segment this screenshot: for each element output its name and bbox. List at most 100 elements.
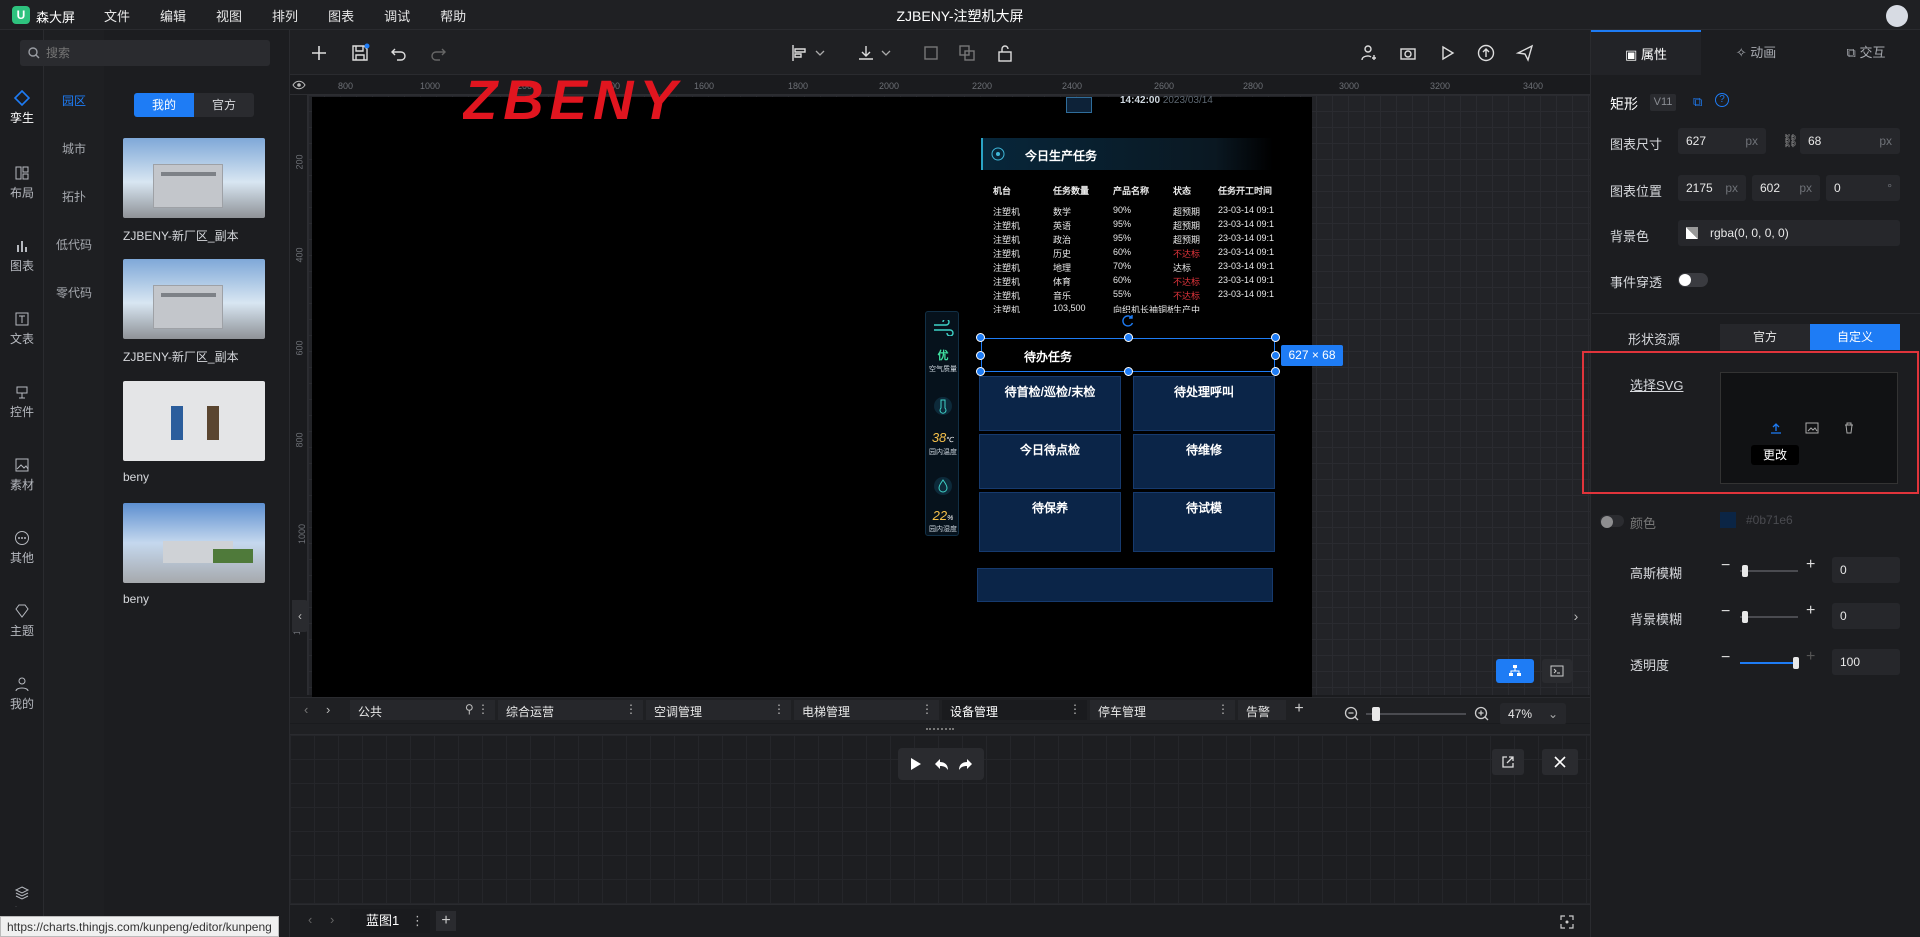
subnav-topology[interactable]: 拓扑: [44, 188, 104, 205]
plus-icon[interactable]: +: [1806, 602, 1815, 620]
image-icon[interactable]: [1805, 422, 1819, 434]
tab-equipment[interactable]: 设备管理 ⋮: [942, 700, 1087, 720]
tab-prev-icon[interactable]: ‹: [308, 912, 312, 927]
rail-chart[interactable]: 图表: [0, 238, 44, 274]
play-icon[interactable]: [908, 757, 922, 771]
zoom-select[interactable]: 47% ⌄: [1500, 703, 1566, 725]
thumbnail-scene-1[interactable]: [123, 138, 265, 218]
tab-mine[interactable]: 我的: [134, 93, 194, 117]
subnav-lowcode[interactable]: 低代码: [44, 236, 104, 253]
minus-icon[interactable]: −: [1721, 603, 1730, 621]
height-input[interactable]: 68 px: [1800, 128, 1900, 154]
redo-icon[interactable]: [428, 43, 448, 63]
svg-preview[interactable]: 更改: [1720, 372, 1898, 484]
search-box[interactable]: [20, 40, 270, 66]
x-input[interactable]: 2175 px: [1678, 175, 1746, 201]
save-icon[interactable]: [350, 43, 370, 63]
panel-resizer[interactable]: [290, 724, 1590, 734]
tab-next-icon[interactable]: ›: [326, 702, 330, 717]
zoom-out-icon[interactable]: [1344, 706, 1360, 722]
gaussian-blur-input[interactable]: 0: [1832, 557, 1900, 583]
opacity-thumb[interactable]: [1793, 657, 1799, 669]
color-toggle[interactable]: [1600, 515, 1624, 528]
bg-blur-thumb[interactable]: [1742, 611, 1748, 623]
align-left-icon[interactable]: [790, 43, 810, 63]
rail-theme[interactable]: 主题: [0, 603, 44, 639]
rotate-handle-icon[interactable]: [1121, 314, 1135, 328]
more-icon[interactable]: ⋮: [921, 702, 933, 716]
popout-button[interactable]: [1492, 749, 1524, 775]
blueprint-tab[interactable]: 蓝图1 ⋮: [350, 909, 430, 933]
user-avatar[interactable]: [1886, 5, 1908, 27]
subnav-city[interactable]: 城市: [44, 140, 104, 157]
rail-screen[interactable]: 大屏: [0, 885, 44, 907]
tab-alarm[interactable]: 告警管理: [1238, 700, 1286, 720]
plus-icon[interactable]: +: [1806, 556, 1815, 574]
bg-blur-input[interactable]: 0: [1832, 603, 1900, 629]
thumbnail-beny-1[interactable]: [123, 381, 265, 461]
step-back-icon[interactable]: [933, 757, 949, 771]
bg-color-input[interactable]: rgba(0, 0, 0, 0): [1678, 220, 1900, 246]
rotation-input[interactable]: 0 °: [1826, 175, 1900, 201]
rail-mine[interactable]: 我的: [0, 676, 44, 712]
subnav-nocode[interactable]: 零代码: [44, 284, 104, 301]
shape-tab-custom[interactable]: 自定义: [1810, 324, 1900, 350]
eye-icon[interactable]: [292, 80, 306, 90]
shape-tab-official[interactable]: 官方: [1720, 324, 1810, 350]
gaussian-blur-thumb[interactable]: [1742, 565, 1748, 577]
tab-aircon[interactable]: 空调管理 ⋮: [646, 700, 791, 720]
tab-official[interactable]: 官方: [194, 93, 254, 117]
zoom-slider[interactable]: [1366, 713, 1466, 715]
resize-handle[interactable]: [1124, 367, 1133, 376]
minus-icon[interactable]: −: [1721, 557, 1730, 575]
trash-icon[interactable]: [1843, 422, 1855, 434]
resize-handle[interactable]: [976, 351, 985, 360]
subnav-park[interactable]: 园区: [44, 92, 104, 109]
add-blueprint-button[interactable]: +: [436, 911, 456, 931]
color-swatch[interactable]: [1720, 512, 1736, 528]
resize-handle[interactable]: [1124, 333, 1133, 342]
step-forward-icon[interactable]: [958, 757, 974, 771]
plus-icon[interactable]: +: [1806, 648, 1815, 666]
copy-icon[interactable]: ⧉: [1693, 94, 1702, 110]
collapse-left-button[interactable]: ‹: [292, 600, 308, 632]
gaussian-blur-slider[interactable]: [1740, 570, 1798, 572]
unlock-icon[interactable]: [995, 43, 1015, 63]
thumbnail-scene-2[interactable]: [123, 259, 265, 339]
more-icon[interactable]: ⋮: [1069, 702, 1081, 716]
rail-control[interactable]: 控件: [0, 384, 44, 420]
upload-icon[interactable]: [1770, 422, 1782, 434]
send-icon[interactable]: [1515, 43, 1535, 63]
zoom-slider-thumb[interactable]: [1372, 707, 1380, 721]
chevron-down-icon[interactable]: [880, 43, 892, 63]
search-input[interactable]: [46, 43, 256, 63]
tab-animation[interactable]: ✧ 动画: [1701, 30, 1811, 75]
upload-circle-icon[interactable]: [1476, 43, 1496, 63]
tab-parking[interactable]: 停车管理 ⋮: [1090, 700, 1235, 720]
fit-screen-icon[interactable]: [1560, 915, 1574, 929]
tab-elevator[interactable]: 电梯管理 ⋮: [794, 700, 939, 720]
tab-properties[interactable]: ▣ 属性: [1591, 30, 1701, 75]
pin-icon[interactable]: ⚲ ⋮: [465, 702, 489, 716]
thumbnail-beny-2[interactable]: [123, 503, 265, 583]
opacity-input[interactable]: 100: [1832, 649, 1900, 675]
tab-prev-icon[interactable]: ‹: [304, 702, 308, 717]
rail-text[interactable]: 文表: [0, 311, 44, 347]
resize-handle[interactable]: [976, 367, 985, 376]
resize-handle[interactable]: [1271, 333, 1280, 342]
tab-interaction[interactable]: ⧉ 交互: [1811, 30, 1920, 75]
add-page-button[interactable]: +: [1290, 700, 1308, 720]
bg-blur-slider[interactable]: [1740, 616, 1798, 618]
tab-operations[interactable]: 综合运营 ⋮: [498, 700, 643, 720]
more-icon[interactable]: ⋮: [1217, 702, 1229, 716]
minus-icon[interactable]: −: [1721, 649, 1730, 667]
resize-handle[interactable]: [1271, 351, 1280, 360]
play-icon[interactable]: [1437, 43, 1457, 63]
zoom-in-icon[interactable]: [1474, 706, 1490, 722]
rail-other[interactable]: 其他: [0, 530, 44, 566]
tab-next-icon[interactable]: ›: [330, 912, 334, 927]
more-icon[interactable]: ⋮: [625, 702, 637, 716]
camera-icon[interactable]: [1398, 43, 1418, 63]
add-icon[interactable]: [309, 43, 329, 63]
resize-handle[interactable]: [976, 333, 985, 342]
